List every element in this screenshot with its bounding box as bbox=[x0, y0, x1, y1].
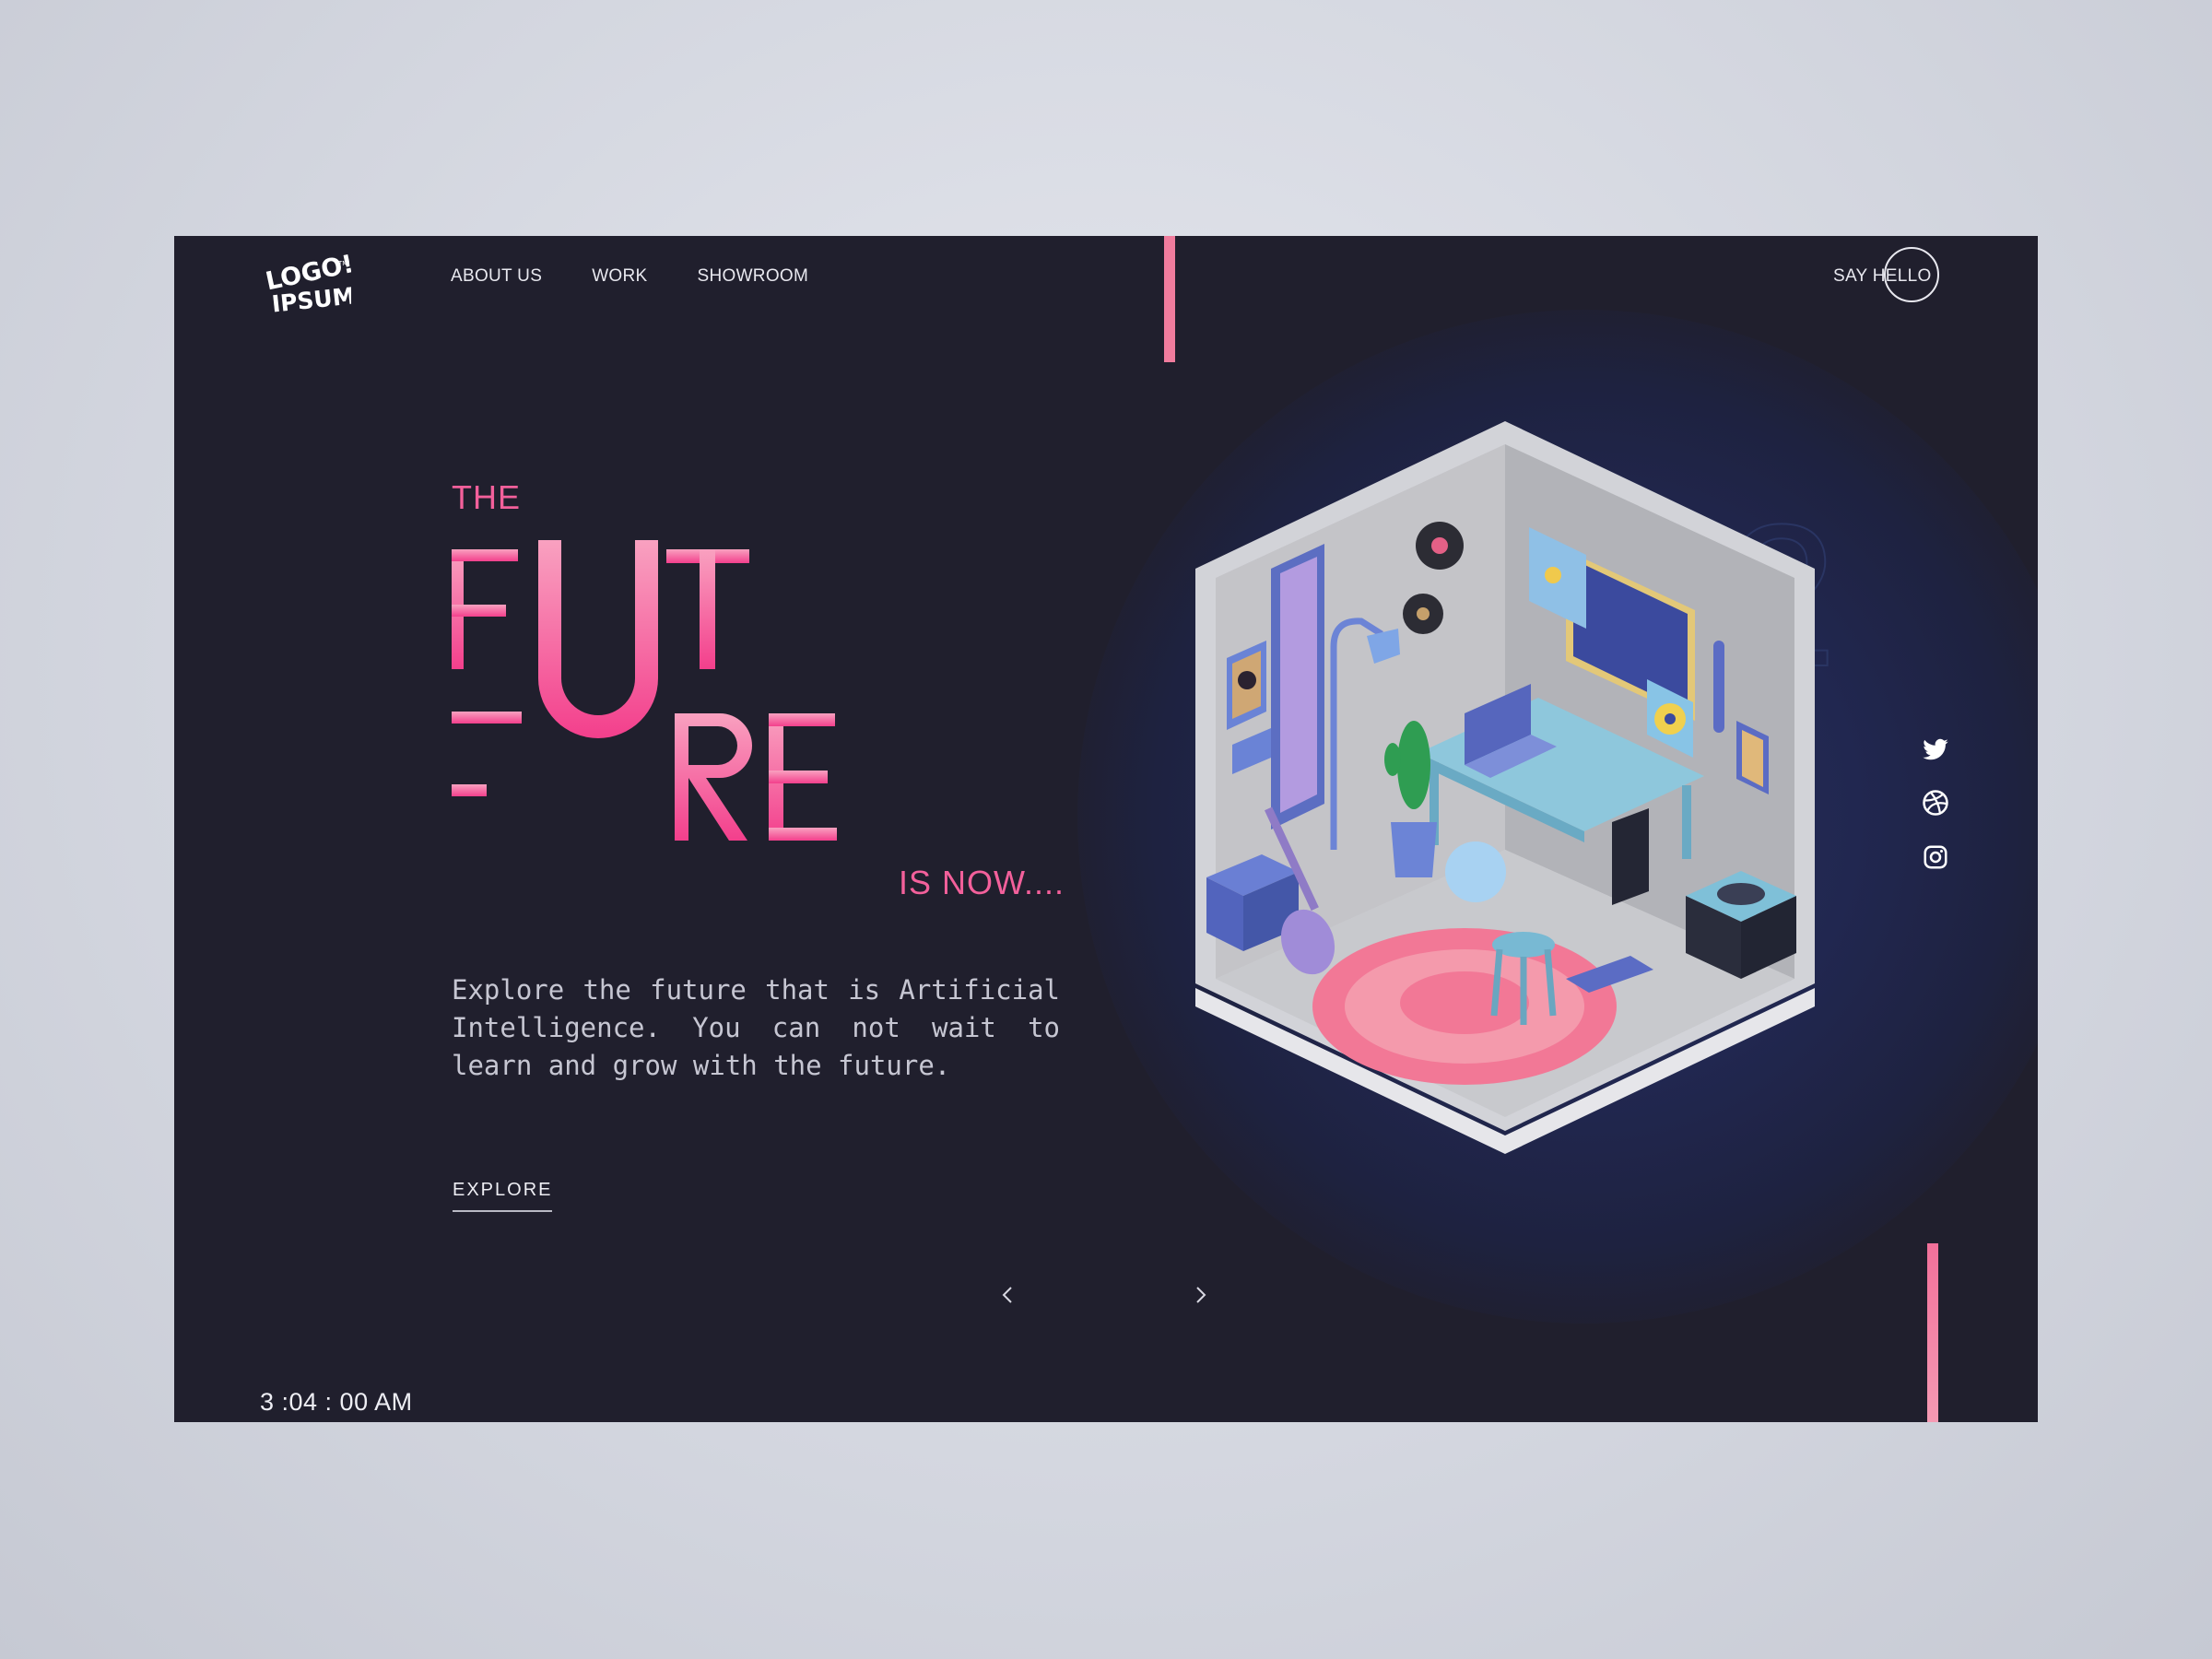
accent-bar-bottom bbox=[1927, 1243, 1938, 1422]
nav-item-work[interactable]: WORK bbox=[592, 266, 647, 287]
chevron-left-icon[interactable] bbox=[994, 1281, 1022, 1309]
hero-kicker: THE bbox=[452, 478, 521, 516]
main-nav: ABOUT US WORK SHOWROOM bbox=[451, 266, 808, 287]
hero-tagline: IS NOW.... bbox=[899, 864, 1065, 901]
dribbble-icon[interactable] bbox=[1922, 789, 1949, 817]
landing-page: LOGO! IPSUM TM ABOUT US WORK SHOWROOM SA… bbox=[174, 236, 2038, 1422]
clock-display: 3 :04 : 00 AM bbox=[260, 1388, 413, 1416]
logo-trademark: TM bbox=[337, 260, 347, 267]
nav-item-showroom[interactable]: SHOWROOM bbox=[698, 266, 809, 287]
explore-button[interactable]: EXPLORE bbox=[453, 1180, 553, 1212]
twitter-icon[interactable] bbox=[1922, 735, 1949, 763]
chevron-right-icon[interactable] bbox=[1186, 1281, 1214, 1309]
hero-headline bbox=[452, 540, 837, 841]
logo[interactable]: LOGO! IPSUM TM bbox=[259, 253, 351, 321]
hero-description: Explore the future that is Artificial In… bbox=[452, 974, 1060, 1081]
isometric-room-illustration: 02 bbox=[1195, 421, 1839, 1154]
accent-bar-top bbox=[1164, 236, 1175, 362]
instagram-icon[interactable] bbox=[1922, 843, 1949, 871]
nav-item-about-us[interactable]: ABOUT US bbox=[451, 266, 542, 287]
say-hello-circle bbox=[1884, 247, 1939, 302]
